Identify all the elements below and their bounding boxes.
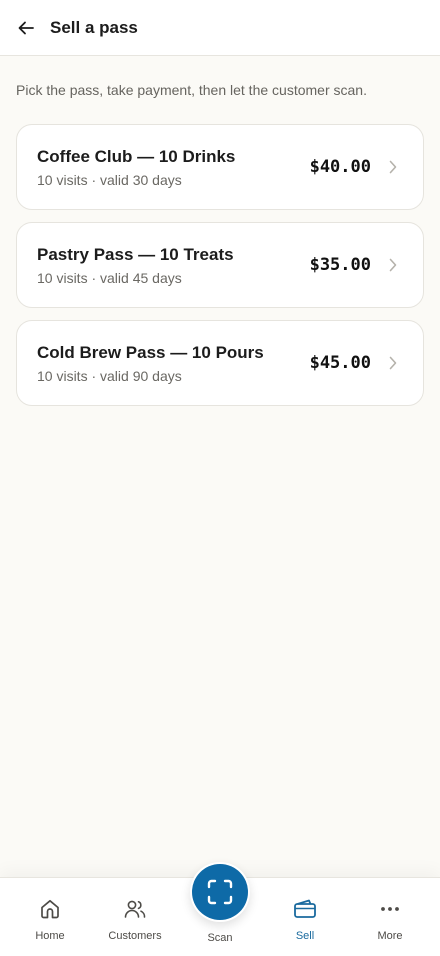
nav-item-home[interactable]: Home — [8, 896, 92, 946]
pass-meta: 10 visits · valid 90 days — [37, 367, 182, 384]
pass-card-cold-brew-pass[interactable]: Cold Brew Pass — 10 Pours 10 visits · va… — [16, 320, 424, 406]
pass-info: Cold Brew Pass — 10 Pours 10 visits · va… — [37, 343, 310, 384]
pass-meta: 10 visits · valid 30 days — [37, 171, 182, 188]
pass-name: Coffee Club — 10 Drinks — [37, 146, 236, 166]
pass-meta: 10 visits · valid 45 days — [37, 269, 182, 286]
back-button[interactable] — [11, 13, 41, 43]
pass-list: Coffee Club — 10 Drinks 10 visits · vali… — [16, 124, 424, 418]
page-title: Sell a pass — [50, 17, 138, 37]
pass-info: Coffee Club — 10 Drinks 10 visits · vali… — [37, 147, 310, 188]
pass-info: Pastry Pass — 10 Treats 10 visits · vali… — [37, 245, 310, 286]
nav-item-customers[interactable]: Customers — [93, 896, 177, 946]
pass-price: $45.00 — [309, 353, 371, 373]
scan-button[interactable] — [190, 862, 250, 922]
chevron-right-icon — [387, 258, 399, 272]
nav-label-home: Home — [35, 930, 65, 942]
scan-button-circle — [192, 864, 248, 920]
scan-icon — [207, 879, 233, 905]
top-bar: Sell a pass — [0, 0, 440, 56]
instructions-text: Pick the pass, take payment, then let th… — [16, 82, 367, 98]
nav-label-sell: Sell — [295, 930, 315, 942]
pass-price: $40.00 — [309, 157, 371, 177]
home-icon — [37, 896, 63, 922]
more-dots-icon — [377, 896, 403, 922]
pass-card-coffee-club[interactable]: Coffee Club — 10 Drinks 10 visits · vali… — [16, 124, 424, 210]
arrow-left-icon — [18, 21, 34, 34]
pass-price: $35.00 — [309, 255, 371, 275]
app-root: Sell a pass Pick the pass, take payment,… — [0, 0, 440, 956]
nav-label-more: More — [377, 930, 403, 942]
chevron-right-icon — [387, 160, 399, 174]
nav-label-customers: Customers — [108, 930, 162, 942]
chevron-right-icon — [387, 356, 399, 370]
pass-name: Pastry Pass — 10 Treats — [37, 244, 234, 264]
ticket-icon — [292, 896, 318, 922]
pass-name: Cold Brew Pass — 10 Pours — [37, 342, 264, 362]
pass-card-pastry-pass[interactable]: Pastry Pass — 10 Treats 10 visits · vali… — [16, 222, 424, 308]
nav-item-sell[interactable]: Sell — [263, 896, 347, 946]
users-icon — [122, 896, 148, 922]
nav-label-scan: Scan — [207, 932, 233, 944]
nav-item-more[interactable]: More — [348, 896, 432, 946]
